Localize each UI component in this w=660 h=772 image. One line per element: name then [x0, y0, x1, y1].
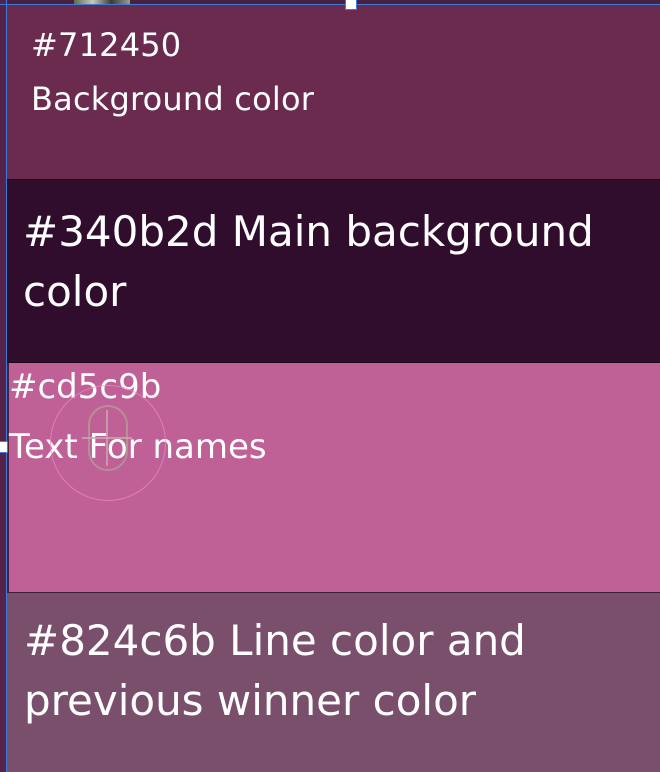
swatch-label: #340b2d Main background color — [23, 207, 594, 316]
selection-edge-left — [6, 0, 7, 772]
swatch-hex: #712450 — [31, 26, 182, 64]
selection-edge-top — [0, 4, 660, 5]
swatch-label: #824c6b Line color and previous winner c… — [24, 616, 526, 725]
design-canvas: #712450 Background color #340b2d Main ba… — [0, 0, 660, 772]
resize-handle-top[interactable] — [345, 0, 357, 10]
swatch-description: Background color — [31, 80, 315, 118]
resize-handle-left[interactable] — [0, 441, 8, 453]
crosshair-icon — [106, 410, 108, 466]
color-swatch-main-background[interactable]: #340b2d Main background color — [6, 180, 660, 363]
color-swatch-background[interactable]: #712450 Background color — [6, 4, 660, 180]
swatch-label: #712450 Background color — [31, 18, 314, 126]
color-swatch-line-winner[interactable]: #824c6b Line color and previous winner c… — [7, 592, 660, 772]
